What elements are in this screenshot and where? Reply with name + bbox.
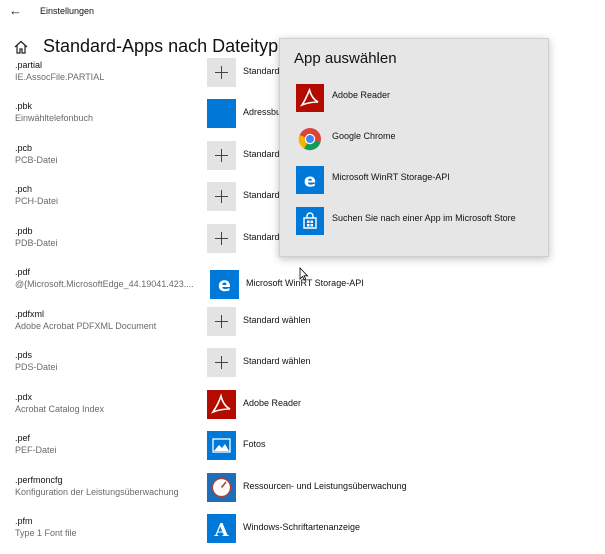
app-label: Windows-Schriftartenanzeige [243,522,361,532]
file-type-row-pdfxml: .pdfxml Adobe Acrobat PDFXML Document St… [0,306,605,347]
file-extension: .pcb [15,143,33,153]
mouse-cursor-icon [299,267,309,281]
file-type-description: Type 1 Font file [15,528,77,538]
popup-item-label: Suchen Sie nach einer App im Microsoft S… [332,213,516,223]
popup-item-microsoft-store[interactable]: Suchen Sie nach einer App im Microsoft S… [296,207,536,235]
default-app-button[interactable]: Fotos [207,431,597,461]
file-type-description: Einwähltelefonbuch [15,113,94,123]
file-type-description: PCH-Datei [15,196,59,206]
file-extension: .pdb [15,226,33,236]
file-extension: .pdf [15,267,31,277]
home-icon[interactable] [14,40,28,54]
default-app-button[interactable]: A Windows-Schriftartenanzeige [207,514,597,544]
file-type-description: Acrobat Catalog Index [15,404,105,414]
file-type-description: IE.AssocFile.PARTIAL [15,72,105,82]
file-type-row-pfm: .pfm Type 1 Font file A Windows-Schrifta… [0,513,605,554]
perfmon-icon [207,473,236,502]
file-extension: .perfmoncfg [15,475,63,485]
file-type-description: PDB-Datei [15,238,58,248]
file-type-row-pef: .pef PEF-Datei Fotos [0,430,605,471]
file-extension: .pds [15,350,33,360]
default-app-button[interactable]: e Microsoft WinRT Storage-API [210,270,600,300]
back-arrow-icon[interactable]: ← [9,3,22,18]
popup-title: App auswählen [294,50,397,67]
file-extension: .pef [15,433,31,443]
file-extension: .pfm [15,516,33,526]
svg-text:e: e [304,171,316,192]
file-extension: .pch [15,184,33,194]
file-type-description: @{Microsoft.MicrosoftEdge_44.19041.423..… [15,279,194,289]
plus-icon [207,182,236,211]
title-bar: ← Einstellungen [0,0,605,24]
file-type-row-pds: .pds PDS-Datei Standard wählen [0,347,605,388]
file-type-row-perfmoncfg: .perfmoncfg Konfiguration der Leistungsü… [0,472,605,513]
adobe-reader-icon [296,84,324,112]
file-type-description: PEF-Datei [15,445,57,455]
page-title: Standard-Apps nach Dateityp [43,36,279,56]
file-type-row-pdx: .pdx Acrobat Catalog Index Adobe Reader [0,389,605,430]
choose-default-button[interactable]: Standard wählen [207,307,597,337]
default-app-button[interactable]: Ressourcen- und Leistungsüberwachung [207,473,597,503]
choose-default-button[interactable]: Standard wählen [207,348,597,378]
svg-text:A: A [214,520,230,541]
file-type-description: PDS-Datei [15,362,58,372]
app-label: Ressourcen- und Leistungsüberwachung [243,481,407,491]
edge-icon: e [296,166,324,194]
file-extension: .partial [15,60,43,70]
blue-tile-icon [207,99,236,128]
window-title: Einstellungen [40,6,95,16]
edge-icon: e [210,270,239,299]
plus-icon [207,224,236,253]
adobe-reader-icon [207,390,236,419]
plus-icon [207,348,236,377]
plus-icon [207,141,236,170]
file-type-description: Adobe Acrobat PDFXML Document [15,321,157,331]
file-type-description: Konfiguration der Leistungsüberwachung [15,487,179,497]
photos-icon [207,431,236,460]
chrome-icon [296,125,324,153]
app-label: Fotos [243,439,266,449]
popup-item-label: Google Chrome [332,131,396,141]
app-label: Standard wählen [243,356,311,366]
store-icon [296,207,324,235]
svg-text:e: e [218,274,231,296]
popup-item-google-chrome[interactable]: Google Chrome [296,125,536,153]
popup-item-adobe-reader[interactable]: Adobe Reader [296,84,536,112]
app-picker-popup: App auswählen Adobe Reader Google Chrome… [279,38,549,257]
popup-item-winrt-storage[interactable]: e Microsoft WinRT Storage-API [296,166,536,194]
popup-item-label: Adobe Reader [332,90,391,100]
app-label: Standard wählen [243,315,311,325]
app-label: Adobe Reader [243,398,302,408]
font-viewer-icon: A [207,514,236,543]
plus-icon [207,58,236,87]
plus-icon [207,307,236,336]
file-type-description: PCB-Datei [15,155,58,165]
file-extension: .pdfxml [15,309,45,319]
file-extension: .pdx [15,392,33,402]
file-extension: .pbk [15,101,33,111]
default-app-button[interactable]: Adobe Reader [207,390,597,420]
popup-item-label: Microsoft WinRT Storage-API [332,172,450,182]
